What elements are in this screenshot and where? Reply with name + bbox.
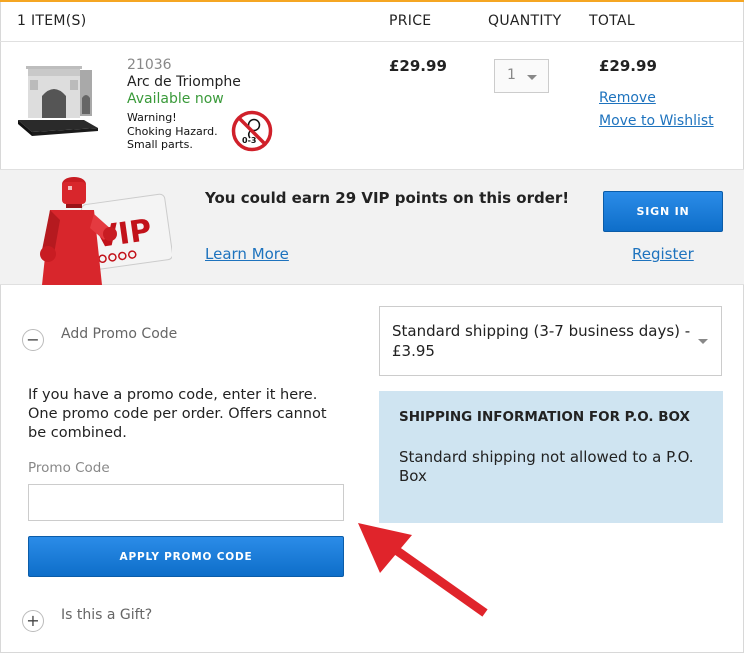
gift-option-title[interactable]: Is this a Gift? (61, 607, 152, 623)
warning-line-3: Small parts. (127, 138, 193, 151)
chevron-down-icon (698, 339, 708, 344)
unit-price: £29.99 (389, 57, 447, 75)
move-to-wishlist-link[interactable]: Move to Wishlist (599, 113, 714, 129)
quantity-column-heading: QUANTITY (488, 13, 562, 29)
sign-in-button[interactable]: SIGN IN (603, 191, 723, 232)
choking-warning: Warning! Choking Hazard. Small parts. (127, 111, 227, 152)
po-box-info-panel: SHIPPING INFORMATION FOR P.O. BOX Standa… (379, 391, 723, 523)
vip-banner: VIP You could earn 29 VIP points on this… (0, 170, 744, 285)
warning-line-1: Warning! (127, 111, 177, 124)
minus-icon: − (26, 330, 40, 349)
vip-points-message: You could earn 29 VIP points on this ord… (205, 189, 570, 207)
apply-promo-code-button[interactable]: APPLY PROMO CODE (28, 536, 344, 577)
cart-item-row: 21036 Arc de Triomphe Available now Warn… (0, 42, 744, 170)
quantity-select[interactable]: 1 (494, 59, 549, 93)
remove-link[interactable]: Remove (599, 90, 656, 106)
promo-code-input[interactable] (28, 484, 344, 521)
promo-help-text: If you have a promo code, enter it here.… (28, 387, 327, 441)
red-arrow-annotation-icon (358, 523, 488, 617)
vip-minifigure-image: VIP (40, 177, 172, 285)
shipping-method-select[interactable]: Standard shipping (3-7 business days) - … (379, 306, 722, 376)
shipping-method-value: Standard shipping (3-7 business days) - … (392, 322, 691, 360)
promo-code-label: Promo Code (28, 460, 110, 476)
line-total: £29.99 (599, 57, 657, 75)
total-column-heading: TOTAL (589, 13, 635, 29)
plus-icon: + (26, 611, 40, 630)
price-column-heading: PRICE (389, 13, 432, 29)
availability-status: Available now (127, 91, 224, 107)
product-sku: 21036 (127, 57, 172, 73)
age-badge-text: 0-3 (242, 136, 256, 145)
collapse-promo-button[interactable]: − (22, 329, 44, 351)
no-under-3-icon: 0-3 (231, 110, 273, 152)
learn-more-link[interactable]: Learn More (205, 245, 289, 263)
expand-gift-button[interactable]: + (22, 610, 44, 632)
po-box-info-title: SHIPPING INFORMATION FOR P.O. BOX (399, 409, 690, 425)
cart-header-row: 1 ITEM(S) PRICE QUANTITY TOTAL (0, 2, 744, 42)
promo-section-title[interactable]: Add Promo Code (61, 326, 177, 342)
register-link[interactable]: Register (632, 245, 694, 263)
quantity-value: 1 (507, 67, 516, 83)
po-box-info-text: Standard shipping not allowed to a P.O. … (399, 448, 694, 485)
product-name[interactable]: Arc de Triomphe (127, 74, 241, 90)
chevron-down-icon (527, 75, 537, 80)
items-count-heading: 1 ITEM(S) (17, 13, 87, 29)
warning-line-2: Choking Hazard. (127, 124, 218, 138)
product-image[interactable] (14, 58, 100, 138)
